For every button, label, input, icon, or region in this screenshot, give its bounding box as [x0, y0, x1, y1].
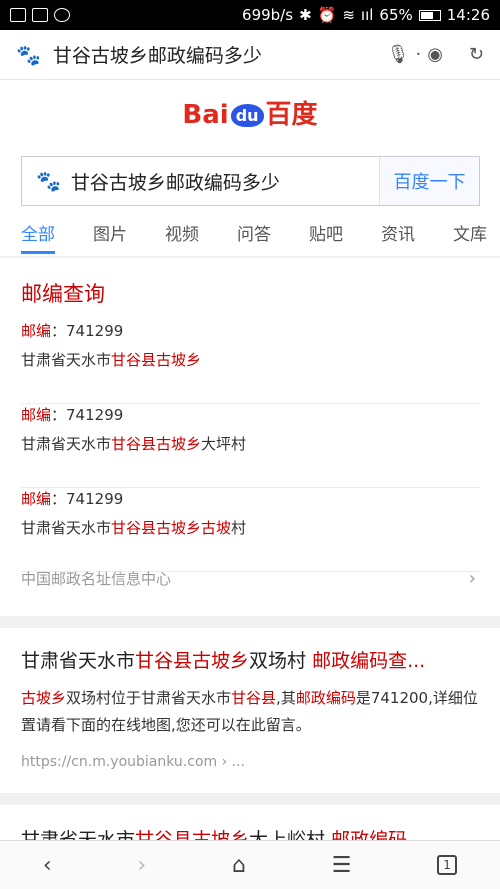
forward-icon[interactable]: ›	[137, 853, 146, 878]
tab-videos[interactable]: 视频	[165, 220, 199, 256]
tab-all[interactable]: 全部	[21, 220, 55, 256]
result-title[interactable]: 甘肃省天水市甘谷县古坡乡双场村 邮政编码查...	[21, 646, 425, 673]
postcode-card: 邮编查询 邮编：741299 甘肃省天水市甘谷县古坡乡 邮编：741299 甘肃…	[0, 258, 500, 616]
tab-images[interactable]: 图片	[93, 220, 127, 256]
mic-icon[interactable]: 🎙	[387, 44, 410, 65]
card-title[interactable]: 邮编查询	[21, 278, 105, 308]
signal-icon: ııl	[360, 6, 374, 24]
status-bar: 699b/s ✱ ⏰ ≋ ııl 65% 14:26	[0, 0, 500, 30]
network-speed: 699b/s	[242, 6, 294, 24]
home-icon[interactable]: ⌂	[232, 853, 246, 878]
bottom-nav: ‹ › ⌂ ☰ 1	[0, 840, 500, 889]
tab-tieba[interactable]: 贴吧	[309, 220, 343, 256]
battery-percent: 65%	[379, 6, 413, 24]
tab-wenku[interactable]: 文库	[453, 220, 487, 256]
notification-icon	[10, 8, 26, 22]
wifi-icon: ≋	[342, 6, 355, 24]
postcode-entry[interactable]: 邮编：741299 甘肃省天水市甘谷县古坡乡	[21, 320, 480, 404]
chevron-right-icon[interactable]: ›	[469, 568, 476, 589]
search-tabs: 全部 图片 视频 问答 贴吧 资讯 文库	[0, 220, 500, 256]
postcode-entry[interactable]: 邮编：741299 甘肃省天水市甘谷县古坡乡古坡村	[21, 488, 480, 572]
tab-qa[interactable]: 问答	[237, 220, 271, 256]
result-snippet: 古坡乡双场村位于甘肃省天水市甘谷县,其邮政编码是741200,详细位置请看下面的…	[21, 689, 478, 734]
tab-news[interactable]: 资讯	[381, 220, 415, 256]
source-link[interactable]: 中国邮政名址信息中心	[21, 568, 480, 589]
refresh-icon[interactable]: ↻	[469, 44, 484, 65]
search-input[interactable]: 甘谷古坡乡邮政编码多少	[71, 168, 379, 195]
search-result[interactable]: 甘肃省天水市甘谷县古坡乡双场村 邮政编码查... 古坡乡双场村位于甘肃省天水市甘…	[0, 628, 500, 793]
menu-icon[interactable]: ☰	[332, 853, 352, 878]
baidu-header: Bai du 百度 🐾 甘谷古坡乡邮政编码多少 百度一下 全部 图片 视频 问答 贴…	[0, 80, 500, 256]
image-icon	[32, 8, 48, 22]
baidu-paw-icon: 🐾	[36, 169, 61, 193]
baidu-paw-icon: 🐾	[16, 42, 41, 67]
address-bar[interactable]: 🐾 甘谷古坡乡邮政编码多少 🎙 · ◉ ↻	[0, 30, 500, 80]
postcode-entry[interactable]: 邮编：741299 甘肃省天水市甘谷县古坡乡大坪村	[21, 404, 480, 488]
separator-dot: ·	[415, 44, 422, 65]
bluetooth-icon: ✱	[299, 6, 312, 24]
address-query[interactable]: 甘谷古坡乡邮政编码多少	[53, 41, 371, 68]
battery-icon	[418, 9, 441, 21]
camera-icon[interactable]: ◉	[427, 44, 443, 65]
search-result[interactable]: 甘肃省天水市甘谷县古坡乡大上峪村 邮政编码	[0, 805, 500, 845]
tabs-count-icon[interactable]: 1	[437, 855, 458, 875]
search-box[interactable]: 🐾 甘谷古坡乡邮政编码多少 百度一下	[21, 156, 480, 206]
result-url[interactable]: https://cn.m.youbianku.com › ...	[21, 754, 245, 770]
baidu-logo[interactable]: Bai du 百度	[0, 94, 500, 131]
back-icon[interactable]: ‹	[43, 853, 52, 878]
clock: 14:26	[446, 6, 490, 24]
alarm-icon: ⏰	[317, 6, 337, 24]
chat-icon	[54, 8, 70, 22]
search-button[interactable]: 百度一下	[379, 157, 479, 205]
